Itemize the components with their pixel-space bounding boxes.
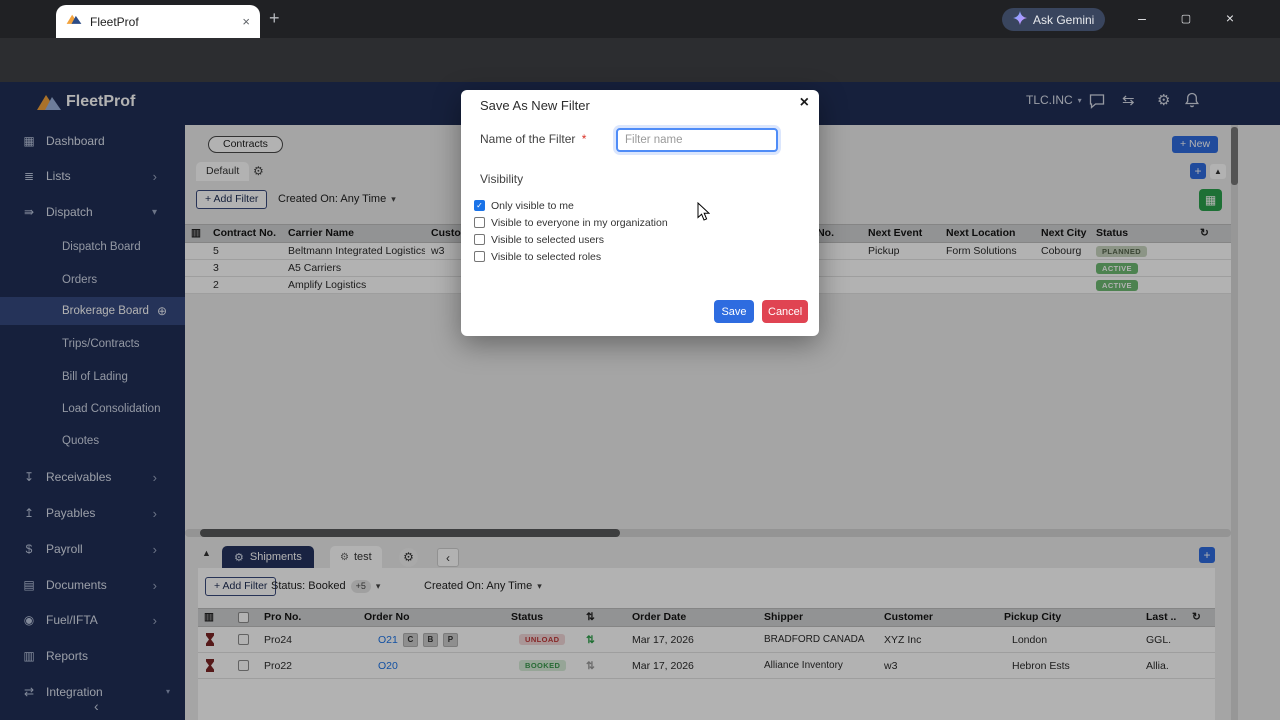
save-button[interactable]: Save xyxy=(714,300,754,323)
gemini-spark-icon xyxy=(1013,11,1027,28)
option-label: Visible to selected users xyxy=(491,233,605,246)
browser-tab[interactable]: FleetProf × xyxy=(56,5,260,38)
checkbox-unchecked[interactable] xyxy=(474,234,485,245)
option-label: Only visible to me xyxy=(491,199,574,212)
gemini-label: Ask Gemini xyxy=(1033,12,1095,27)
maximize-icon[interactable]: ▢ xyxy=(1175,12,1197,25)
visibility-option[interactable]: Visible to selected roles xyxy=(474,249,601,264)
option-label: Visible to everyone in my organization xyxy=(491,216,668,229)
save-filter-modal: Save As New Filter × Name of the Filter … xyxy=(461,90,819,336)
check-icon: ✓ xyxy=(476,200,483,210)
tab-close-icon[interactable]: × xyxy=(242,14,250,29)
visibility-option[interactable]: ✓ Only visible to me xyxy=(474,198,574,213)
visibility-option[interactable]: Visible to selected users xyxy=(474,232,604,247)
filter-name-input[interactable] xyxy=(616,128,778,152)
option-label: Visible to selected roles xyxy=(491,250,602,263)
browser-tabstrip: FleetProf × + Ask Gemini – ▢ × xyxy=(0,0,1280,38)
minimize-icon[interactable]: – xyxy=(1131,10,1153,26)
browser-toolbar: ← → ↻ fleetprof.com/tms/partner/manage-c… xyxy=(0,38,1280,112)
visibility-label: Visibility xyxy=(480,172,524,186)
close-icon[interactable]: × xyxy=(1219,10,1241,26)
label-text: Name of the Filter xyxy=(480,132,576,146)
tab-title: FleetProf xyxy=(90,14,139,29)
visibility-option[interactable]: Visible to everyone in my organization xyxy=(474,215,668,230)
ask-gemini-button[interactable]: Ask Gemini xyxy=(1002,8,1106,31)
filter-name-label: Name of the Filter * xyxy=(480,132,586,146)
modal-close-icon[interactable]: × xyxy=(800,94,809,112)
new-tab-icon[interactable]: + xyxy=(269,8,280,29)
checkbox-checked[interactable]: ✓ xyxy=(474,200,485,211)
mouse-cursor xyxy=(697,201,711,226)
required-mark: * xyxy=(581,132,587,146)
modal-title: Save As New Filter xyxy=(480,98,590,113)
checkbox-unchecked[interactable] xyxy=(474,217,485,228)
favicon-icon xyxy=(66,12,82,31)
cancel-button[interactable]: Cancel xyxy=(762,300,808,323)
screen: FleetProf × + Ask Gemini – ▢ × ← → ↻ fle… xyxy=(0,0,1280,720)
checkbox-unchecked[interactable] xyxy=(474,251,485,262)
